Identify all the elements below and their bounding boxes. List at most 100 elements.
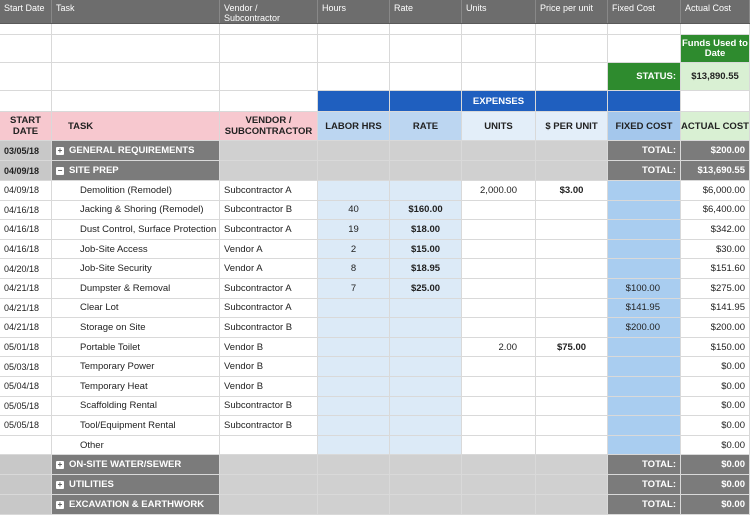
status-value[interactable]: $13,890.55 [681, 63, 750, 90]
start-date-cell[interactable]: 04/09/18 [0, 181, 52, 200]
col-header-vendor[interactable]: Vendor / Subcontractor [220, 0, 318, 23]
units-cell[interactable] [462, 396, 536, 416]
table-row[interactable]: Other $0.00 [0, 435, 750, 456]
labor-hours-cell[interactable]: 19 [318, 220, 390, 239]
actual-cost-cell[interactable]: $0.00 [681, 416, 750, 435]
vendor-cell[interactable]: Vendor A [220, 239, 318, 259]
table-row[interactable]: 05/05/18 Tool/Equipment Rental Subcontract… [0, 416, 750, 436]
price-per-unit-cell[interactable] [536, 200, 608, 220]
task-cell[interactable]: Portable Toilet [52, 337, 220, 357]
expand-icon[interactable]: + [56, 460, 64, 469]
price-per-unit-cell[interactable]: $75.00 [536, 337, 608, 357]
table-row[interactable]: 05/01/18 Portable Toilet Vendor B 2.00 $75.0… [0, 337, 750, 358]
fixed-cost-cell[interactable] [608, 259, 681, 278]
expand-icon[interactable]: + [56, 480, 64, 489]
task-cell[interactable]: Temporary Heat [52, 377, 220, 396]
vendor-cell[interactable]: Subcontractor A [220, 220, 318, 239]
col-header-rate[interactable]: Rate [390, 0, 462, 23]
price-per-unit-cell[interactable] [536, 239, 608, 259]
table-row[interactable]: 04/21/18 Dumpster & Removal Subcontractor … [0, 279, 750, 299]
fixed-cost-cell[interactable] [608, 377, 681, 396]
actual-cost-cell[interactable]: $0.00 [681, 357, 750, 376]
start-date-cell[interactable]: 04/16/18 [0, 200, 52, 220]
rate-cell[interactable]: $18.95 [390, 259, 462, 278]
task-cell[interactable]: Scaffolding Rental [52, 396, 220, 416]
fixed-cost-cell[interactable] [608, 396, 681, 416]
price-per-unit-cell[interactable] [536, 318, 608, 337]
vendor-cell[interactable]: Vendor A [220, 259, 318, 278]
fixed-cost-cell[interactable] [608, 220, 681, 239]
fixed-cost-cell[interactable]: $200.00 [608, 318, 681, 337]
labor-hours-cell[interactable] [318, 377, 390, 396]
units-cell[interactable] [462, 318, 536, 337]
table-row[interactable]: 04/16/18 Dust Control, Surface Protection… [0, 220, 750, 240]
rate-cell[interactable] [390, 298, 462, 318]
actual-cost-cell[interactable]: $141.95 [681, 298, 750, 318]
table-row[interactable]: 04/21/18 Storage on Site Subcontractor B $2… [0, 318, 750, 338]
category-name[interactable]: + UTILITIES [52, 475, 220, 495]
rate-cell[interactable] [390, 416, 462, 435]
labor-hours-cell[interactable]: 40 [318, 200, 390, 220]
units-cell[interactable] [462, 220, 536, 239]
vendor-cell[interactable]: Vendor B [220, 357, 318, 376]
fixed-cost-cell[interactable]: $141.95 [608, 298, 681, 318]
fixed-cost-cell[interactable] [608, 357, 681, 376]
task-cell[interactable]: Tool/Equipment Rental [52, 416, 220, 435]
labor-hours-cell[interactable] [318, 357, 390, 376]
units-cell[interactable]: 2,000.00 [462, 181, 536, 200]
price-per-unit-cell[interactable] [536, 396, 608, 416]
start-date-cell[interactable]: 04/21/18 [0, 279, 52, 298]
vendor-cell[interactable]: Subcontractor A [220, 298, 318, 318]
actual-cost-cell[interactable]: $151.60 [681, 259, 750, 278]
vendor-cell[interactable]: Subcontractor B [220, 396, 318, 416]
units-cell[interactable] [462, 259, 536, 278]
actual-cost-cell[interactable]: $200.00 [681, 318, 750, 337]
start-date-cell[interactable]: 05/04/18 [0, 377, 52, 396]
fixed-cost-cell[interactable] [608, 435, 681, 455]
fixed-cost-cell[interactable] [608, 416, 681, 435]
category-name[interactable]: + EXCAVATION & EARTHWORK [52, 495, 220, 515]
units-cell[interactable]: 2.00 [462, 337, 536, 357]
rate-cell[interactable] [390, 181, 462, 200]
labor-hours-cell[interactable]: 2 [318, 239, 390, 259]
expand-icon[interactable]: + [56, 146, 64, 155]
units-cell[interactable] [462, 357, 536, 376]
col-header-task[interactable]: Task [52, 0, 220, 23]
start-date-cell[interactable]: 05/05/18 [0, 416, 52, 435]
col-header-hours[interactable]: Hours [318, 0, 390, 23]
task-cell[interactable]: Job-Site Access [52, 239, 220, 259]
task-cell[interactable]: Storage on Site [52, 318, 220, 337]
task-cell[interactable]: Jacking & Shoring (Remodel) [52, 200, 220, 220]
col-header-actual-cost[interactable]: Actual Cost [681, 0, 750, 23]
category-row-general-requirements[interactable]: 03/05/18 + GENERAL REQUIREMENTS TOTAL: $2… [0, 141, 750, 161]
actual-cost-cell[interactable]: $6,000.00 [681, 181, 750, 200]
task-cell[interactable]: Job-Site Security [52, 259, 220, 278]
price-per-unit-cell[interactable] [536, 220, 608, 239]
start-date-cell[interactable]: 04/16/18 [0, 220, 52, 239]
labor-hours-cell[interactable] [318, 435, 390, 455]
actual-cost-cell[interactable]: $150.00 [681, 337, 750, 357]
vendor-cell[interactable]: Subcontractor A [220, 181, 318, 200]
price-per-unit-cell[interactable] [536, 357, 608, 376]
task-cell[interactable]: Dumpster & Removal [52, 279, 220, 298]
actual-cost-cell[interactable]: $275.00 [681, 279, 750, 298]
expand-icon[interactable]: + [56, 500, 64, 509]
collapse-icon[interactable]: − [56, 166, 64, 175]
actual-cost-cell[interactable]: $30.00 [681, 239, 750, 259]
price-per-unit-cell[interactable] [536, 377, 608, 396]
units-cell[interactable] [462, 435, 536, 455]
price-per-unit-cell[interactable]: $3.00 [536, 181, 608, 200]
actual-cost-cell[interactable]: $0.00 [681, 435, 750, 455]
category-name[interactable]: + GENERAL REQUIREMENTS [52, 141, 220, 160]
category-name[interactable]: − SITE PREP [52, 161, 220, 180]
table-row[interactable]: 04/16/18 Jacking & Shoring (Remodel) Subco… [0, 200, 750, 221]
fixed-cost-cell[interactable] [608, 181, 681, 200]
labor-hours-cell[interactable] [318, 181, 390, 200]
labor-hours-cell[interactable] [318, 298, 390, 318]
task-cell[interactable]: Demolition (Remodel) [52, 181, 220, 200]
vendor-cell[interactable]: Subcontractor A [220, 279, 318, 298]
col-header-price-per-unit[interactable]: Price per unit [536, 0, 608, 23]
table-row[interactable]: 05/05/18 Scaffolding Rental Subcontractor … [0, 396, 750, 417]
actual-cost-cell[interactable]: $0.00 [681, 396, 750, 416]
units-cell[interactable] [462, 416, 536, 435]
